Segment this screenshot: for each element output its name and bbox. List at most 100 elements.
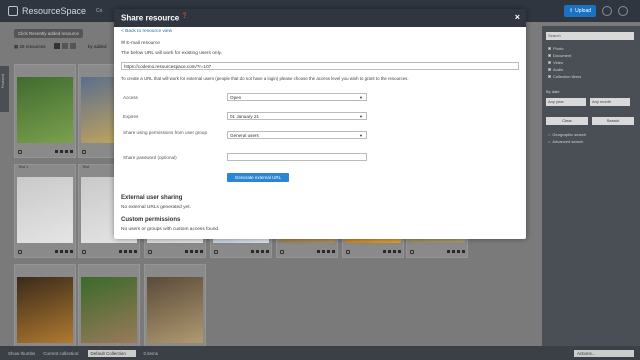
thumbnail-title: Test 1 xyxy=(18,165,29,169)
resource-thumbnail[interactable] xyxy=(78,264,140,358)
generate-external-url-button[interactable]: Generate external URL xyxy=(227,173,289,182)
zoom-icon[interactable] xyxy=(256,250,259,253)
thumbnail-image[interactable] xyxy=(17,277,73,343)
edit-icon[interactable] xyxy=(447,250,450,253)
edit-icon[interactable] xyxy=(317,250,320,253)
thumbnail-image[interactable] xyxy=(17,177,73,243)
resource-thumbnail[interactable]: Test 1 xyxy=(14,164,76,258)
advanced-search-link[interactable]: ○ Advanced search xyxy=(548,139,583,144)
add-to-collection-icon[interactable] xyxy=(70,150,73,153)
add-to-collection-icon[interactable] xyxy=(70,250,73,253)
sort-label[interactable]: by added xyxy=(88,44,107,49)
permissions-select[interactable]: General users ▼ xyxy=(227,131,367,139)
show-thumbs-toggle[interactable]: Show thumbs xyxy=(8,351,35,356)
search-button[interactable]: Search xyxy=(592,117,634,125)
sidebar-search-input[interactable]: Search xyxy=(546,32,634,40)
nav-link[interactable]: Co xyxy=(96,8,102,14)
zoom-icon[interactable] xyxy=(124,250,127,253)
grid-view-icon[interactable] xyxy=(54,43,60,49)
edit-icon[interactable] xyxy=(55,250,58,253)
thumbnail-image[interactable] xyxy=(147,277,203,343)
actions-select[interactable]: Actions... xyxy=(574,349,634,357)
collection-select[interactable]: Default Collection xyxy=(87,349,136,357)
year-select[interactable]: Any year xyxy=(546,98,586,106)
thumbnail-image[interactable] xyxy=(17,77,73,143)
view-toggle[interactable] xyxy=(54,43,76,49)
access-select[interactable]: Open ▼ xyxy=(227,93,367,101)
zoom-icon[interactable] xyxy=(60,250,63,253)
type-collection[interactable]: Collection items xyxy=(548,74,581,79)
edit-icon[interactable] xyxy=(119,250,122,253)
menu-icon[interactable] xyxy=(618,6,628,16)
share-icon[interactable] xyxy=(129,250,132,253)
share-icon[interactable] xyxy=(261,250,264,253)
share-icon[interactable] xyxy=(65,250,68,253)
type-label: Audio xyxy=(553,67,564,72)
share-icon[interactable] xyxy=(457,250,460,253)
zoom-icon[interactable] xyxy=(60,150,63,153)
share-url-field[interactable]: https://codemo.resourcespace.com/?r=107 xyxy=(121,62,519,70)
add-to-collection-icon[interactable] xyxy=(398,250,401,253)
add-to-collection-icon[interactable] xyxy=(266,250,269,253)
recent-button[interactable]: Click Recently added resource xyxy=(14,29,84,38)
back-to-resource-link[interactable]: < Back to resource view xyxy=(121,29,172,34)
thumbnail-actions xyxy=(409,248,465,255)
add-to-collection-icon[interactable] xyxy=(134,250,137,253)
close-icon[interactable]: × xyxy=(515,12,520,22)
type-audio[interactable]: Audio xyxy=(548,67,563,72)
zoom-icon[interactable] xyxy=(322,250,325,253)
geographic-search-link[interactable]: ○ Geographic search xyxy=(548,132,586,137)
type-video[interactable]: Video xyxy=(548,60,563,65)
email-resource-link[interactable]: ✉ E-mail resource xyxy=(121,41,160,46)
checkbox-icon[interactable] xyxy=(548,68,551,71)
checkbox-icon[interactable] xyxy=(548,61,551,64)
chevron-down-icon: ▼ xyxy=(359,133,363,138)
checkbox-icon[interactable] xyxy=(548,47,551,50)
logo-text[interactable]: ResourceSpace xyxy=(22,6,86,16)
edit-icon[interactable] xyxy=(55,150,58,153)
clear-button[interactable]: Clear xyxy=(546,117,588,125)
edit-icon[interactable] xyxy=(383,250,386,253)
items-count: 0 items xyxy=(143,350,159,356)
thumbnail-actions xyxy=(17,248,73,255)
edit-icon[interactable] xyxy=(185,250,188,253)
checkbox-icon[interactable] xyxy=(548,75,551,78)
share-icon[interactable] xyxy=(327,250,330,253)
resource-thumbnail[interactable] xyxy=(144,264,206,358)
expires-select[interactable]: 01 January 21 ▼ xyxy=(227,112,367,120)
share-icon[interactable] xyxy=(65,150,68,153)
upload-button[interactable]: ⇧ Upload xyxy=(564,5,596,17)
chevron-down-icon: ▼ xyxy=(359,114,363,119)
modal-title-text: Share resource xyxy=(121,13,180,23)
share-icon[interactable] xyxy=(195,250,198,253)
list-view-icon[interactable] xyxy=(70,43,76,49)
type-photo[interactable]: Photo xyxy=(548,46,563,51)
password-input[interactable] xyxy=(227,153,367,161)
email-link-label: E-mail resource xyxy=(126,41,160,46)
featured-side-tab[interactable]: Featured xyxy=(0,66,9,112)
chevron-down-icon: ▼ xyxy=(359,95,363,100)
thumbnail-actions xyxy=(213,248,269,255)
checkbox-icon[interactable] xyxy=(548,54,551,57)
add-to-collection-icon[interactable] xyxy=(200,250,203,253)
large-view-icon[interactable] xyxy=(62,43,68,49)
add-to-collection-icon[interactable] xyxy=(332,250,335,253)
edit-icon[interactable] xyxy=(251,250,254,253)
resource-thumbnail[interactable] xyxy=(14,64,76,158)
zoom-icon[interactable] xyxy=(388,250,391,253)
share-icon[interactable] xyxy=(393,250,396,253)
month-select[interactable]: Any month xyxy=(590,98,630,106)
zoom-icon[interactable] xyxy=(190,250,193,253)
modal-title: Share resource ❓ xyxy=(121,13,188,23)
zoom-icon[interactable] xyxy=(452,250,455,253)
question-circle-icon[interactable]: ❓ xyxy=(182,13,188,19)
search-icon: ○ xyxy=(548,139,551,144)
resource-thumbnail[interactable] xyxy=(14,264,76,358)
user-icon[interactable] xyxy=(602,6,612,16)
type-label: Photo xyxy=(553,46,564,51)
add-to-collection-icon[interactable] xyxy=(462,250,465,253)
type-label: Collection items xyxy=(553,74,582,79)
type-document[interactable]: Document xyxy=(548,53,571,58)
thumbnail-image[interactable] xyxy=(81,277,137,343)
access-value: Open xyxy=(230,95,242,100)
